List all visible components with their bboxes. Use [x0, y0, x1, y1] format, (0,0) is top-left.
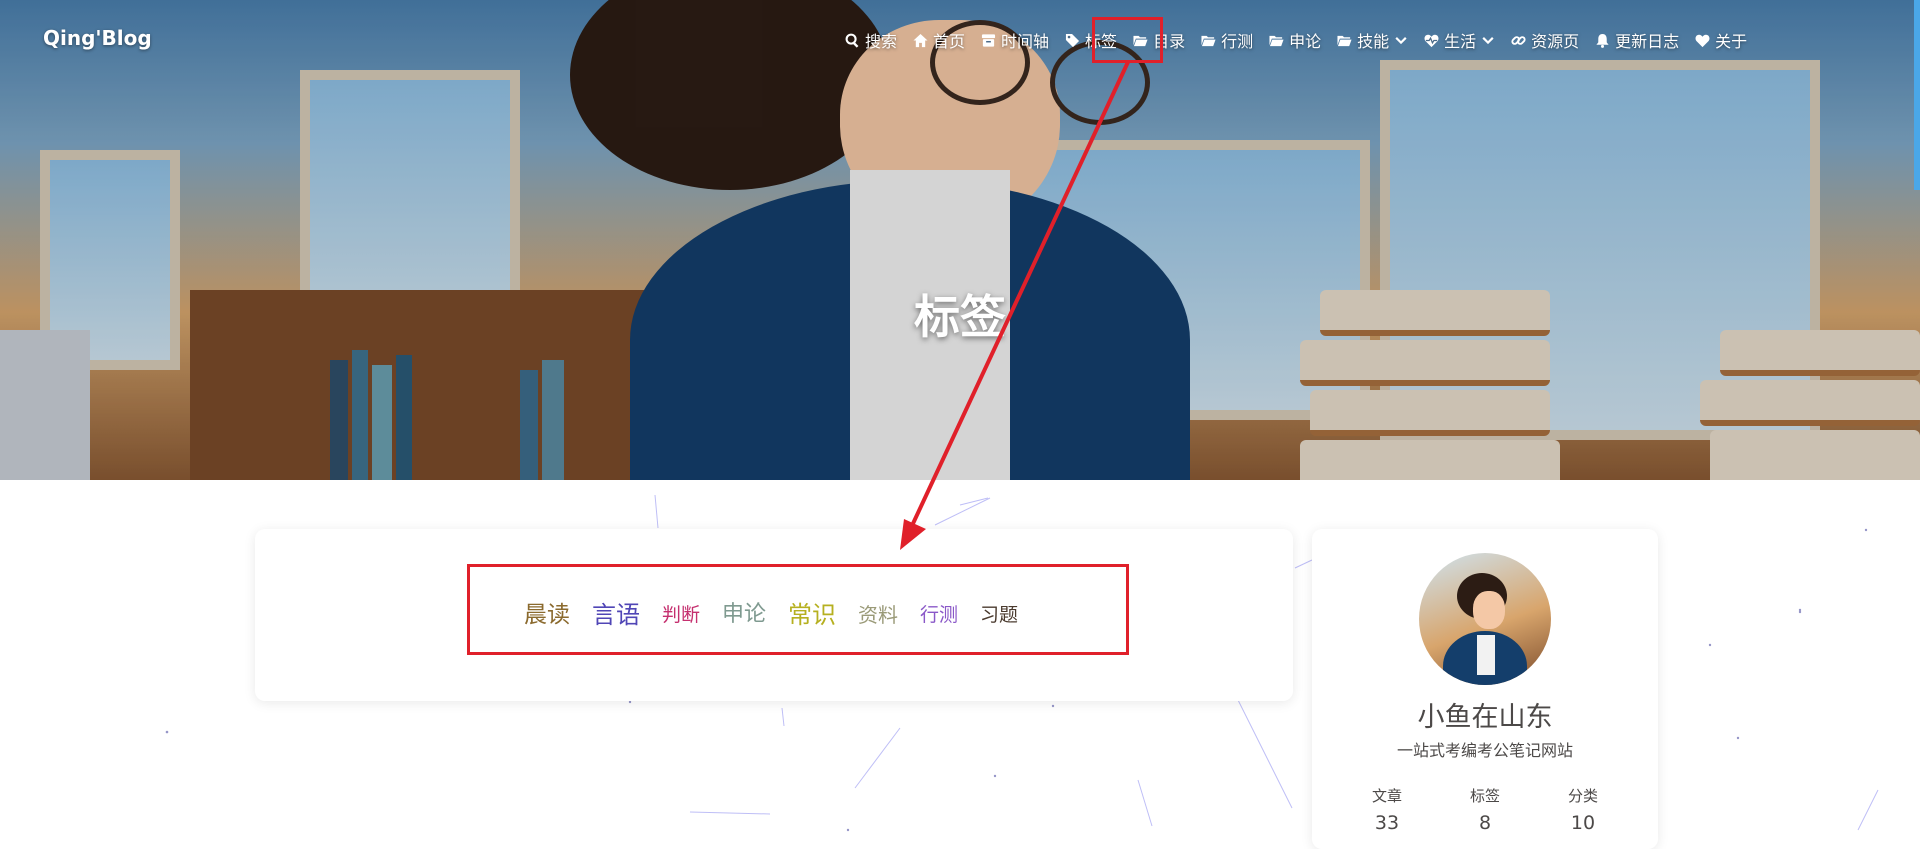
- stat-categories[interactable]: 分类 10: [1543, 785, 1623, 834]
- link-icon: [1511, 35, 1526, 45]
- nav-label: 行测: [1221, 32, 1254, 51]
- stat-label: 分类: [1567, 787, 1598, 805]
- folder-icon: [1201, 35, 1216, 46]
- bell-icon: [1596, 33, 1609, 48]
- nav-label: 首页: [933, 32, 966, 51]
- stat-label: 标签: [1469, 787, 1500, 805]
- nav-resources[interactable]: 资源页: [1511, 28, 1579, 52]
- heart-icon: [1695, 34, 1710, 47]
- tag-icon: [1065, 33, 1080, 47]
- archive-icon: [981, 33, 996, 47]
- nav-xingce[interactable]: 行测: [1201, 28, 1253, 52]
- search-icon: [845, 33, 859, 48]
- stat-value: 10: [1570, 812, 1596, 834]
- site-stats: 文章 33 标签 8 分类 10: [1347, 785, 1623, 834]
- stat-value: 8: [1478, 812, 1492, 834]
- chevron-down-icon: [1395, 37, 1407, 45]
- main-nav: 搜索 首页 时间轴 标签 目录 行测 申论 技能 生活 资源页 更新日志 关于: [845, 28, 1747, 52]
- nav-label: 申论: [1289, 32, 1322, 51]
- folder-icon: [1337, 35, 1352, 46]
- nav-label: 生活: [1444, 32, 1477, 51]
- chevron-down-icon: [1482, 37, 1494, 45]
- nav-timeline[interactable]: 时间轴: [981, 28, 1049, 52]
- nav-label: 更新日志: [1615, 32, 1680, 51]
- nav-skills-dropdown[interactable]: 技能: [1337, 28, 1408, 52]
- stat-articles[interactable]: 文章 33: [1347, 785, 1427, 834]
- nav-home[interactable]: 首页: [913, 28, 965, 52]
- annotation-box-tag-cloud: [467, 564, 1129, 655]
- stat-label: 文章: [1371, 787, 1402, 805]
- stat-tags[interactable]: 标签 8: [1445, 785, 1525, 834]
- nav-label: 时间轴: [1001, 32, 1050, 51]
- nav-changelog[interactable]: 更新日志: [1595, 28, 1679, 52]
- home-icon: [913, 33, 928, 47]
- nav-label: 搜索: [865, 32, 898, 51]
- author-name: 小鱼在山东: [1417, 702, 1553, 733]
- author-description: 一站式考编考公笔记网站: [1396, 741, 1573, 760]
- heartbeat-icon: [1424, 34, 1439, 47]
- nav-label: 资源页: [1531, 32, 1580, 51]
- nav-label: 技能: [1357, 32, 1390, 51]
- hero-banner: Qing'Blog 搜索 首页 时间轴 标签 目录 行测 申论 技能 生活 资源…: [0, 0, 1920, 480]
- author-profile-card: 小鱼在山东 一站式考编考公笔记网站 文章 33 标签 8 分类 10: [1312, 529, 1658, 849]
- nav-shenlun[interactable]: 申论: [1269, 28, 1321, 52]
- nav-label: 关于: [1715, 32, 1748, 51]
- stat-value: 33: [1374, 812, 1400, 834]
- site-brand[interactable]: Qing'Blog: [43, 26, 152, 50]
- nav-about[interactable]: 关于: [1695, 28, 1747, 52]
- annotation-box-nav-tags: [1092, 17, 1163, 63]
- nav-life-dropdown[interactable]: 生活: [1424, 28, 1495, 52]
- avatar[interactable]: [1419, 553, 1551, 685]
- nav-search[interactable]: 搜索: [845, 28, 897, 52]
- page-title: 标签: [914, 289, 1006, 344]
- folder-icon: [1269, 35, 1284, 46]
